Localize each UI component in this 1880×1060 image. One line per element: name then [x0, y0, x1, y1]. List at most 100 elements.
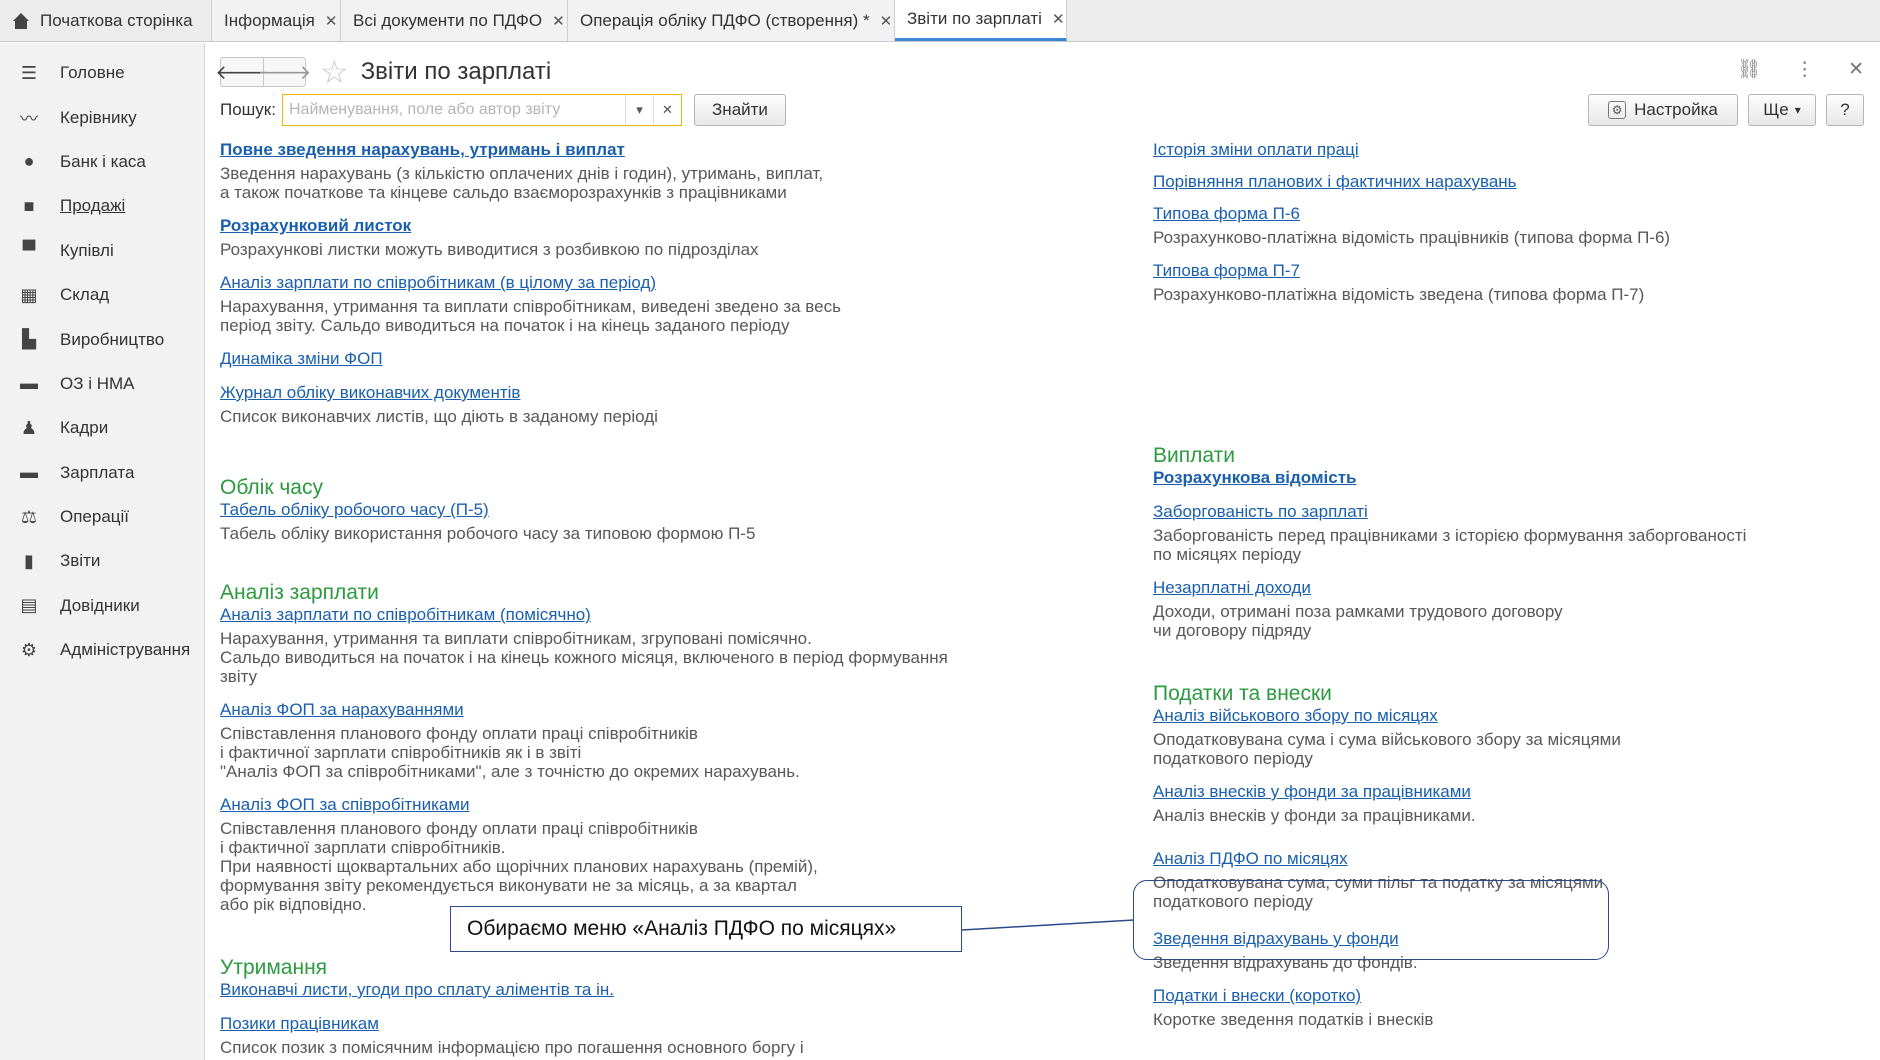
report-description: Оподатковувана сума і сума військового з… [1153, 730, 1621, 768]
tab-all-pdfo-documents[interactable]: Всі документи по ПДФО ✕ [341, 0, 568, 41]
report-link[interactable]: Розрахунковий листок [220, 216, 980, 236]
sidebar-item-fixed-assets[interactable]: ▬ ОЗ і НМА [0, 362, 204, 406]
sidebar-item-bank[interactable]: ● Банк і каса [0, 140, 204, 184]
sidebar-item-sales[interactable]: ■ Продажі [0, 184, 204, 228]
sidebar-item-production[interactable]: ▙ Виробництво [0, 317, 204, 361]
report-description: Заборгованість перед працівниками з істо… [1153, 526, 1747, 564]
sidebar-item-hr[interactable]: ♟ Кадри [0, 406, 204, 450]
page-header: 🡐 🡒 ☆ Звіти по зарплаті [215, 52, 552, 92]
search-label: Пошук: [220, 100, 276, 119]
sidebar-item-warehouse[interactable]: ▦ Склад [0, 273, 204, 317]
report-entry: Позики працівникам Список позик з поміся… [220, 1014, 980, 1057]
report-entry: Аналіз ФОП за співробітниками Співставле… [220, 795, 980, 914]
sidebar-item-manager[interactable]: 〰 Керівнику [0, 95, 204, 139]
report-description: Співставлення планового фонду оплати пра… [220, 724, 800, 781]
callout-highlight-frame [1133, 880, 1609, 960]
person-icon: ♟ [20, 417, 38, 438]
section-title: Податки та внески [1153, 682, 1332, 705]
balance-icon: ⚖ [20, 506, 38, 527]
section-title: Виплати [1153, 444, 1235, 467]
chevron-down-icon: ▾ [1794, 103, 1801, 117]
sidebar-item-operations[interactable]: ⚖ Операції [0, 495, 204, 539]
more-button[interactable]: Ще ▾ [1748, 94, 1816, 126]
report-entry: Аналіз військового збору по місяцях Опод… [1153, 706, 1853, 768]
close-icon[interactable]: ✕ [325, 12, 338, 30]
sidebar-item-reports[interactable]: ▮ Звіти [0, 539, 204, 583]
bar-chart-icon: ▮ [24, 550, 34, 571]
settings-button[interactable]: ⚙ Настройка [1588, 94, 1738, 126]
report-entry: Динаміка зміни ФОП [220, 349, 980, 369]
report-link[interactable]: Аналіз зарплати по співробітникам (поміс… [220, 605, 980, 625]
report-entry: Табель обліку робочого часу (П-5) Табель… [220, 500, 980, 543]
grid-icon: ▦ [20, 284, 38, 305]
report-link[interactable]: Аналіз внесків у фонди за працівниками [1153, 782, 1853, 802]
report-link-pdfo-by-month[interactable]: Аналіз ПДФО по місяцях [1153, 849, 1853, 869]
home-icon [12, 12, 30, 30]
sidebar-item-admin[interactable]: ⚙ Адміністрування [0, 628, 204, 672]
report-link[interactable]: Розрахункова відомість [1153, 468, 1853, 488]
close-icon[interactable]: ✕ [1848, 58, 1864, 81]
close-icon[interactable]: ✕ [1052, 10, 1065, 28]
tab-pdfo-operation-create[interactable]: Операція обліку ПДФО (створення) * ✕ [568, 0, 895, 41]
tab-label: Початкова сторінка [40, 10, 193, 30]
more-dots-icon[interactable]: ⋮ [1795, 58, 1814, 81]
search-input[interactable] [282, 95, 625, 125]
report-link[interactable]: Табель обліку робочого часу (П-5) [220, 500, 980, 520]
sidebar-item-salary[interactable]: ▬ Зарплата [0, 451, 204, 495]
report-link[interactable]: Динаміка зміни ФОП [220, 349, 980, 369]
cart-icon: ▀ [22, 240, 36, 261]
find-button[interactable]: Знайти [693, 94, 786, 126]
sidebar-item-purchases[interactable]: ▀ Купівлі [0, 229, 204, 273]
report-link[interactable]: Історія зміни оплати праці [1153, 140, 1853, 160]
report-link[interactable]: Типова форма П-7 [1153, 261, 1853, 281]
report-link[interactable]: Позики працівникам [220, 1014, 980, 1034]
page-title: Звіти по зарплаті [360, 58, 552, 85]
report-entry: Аналіз ФОП за нарахуваннями Співставленн… [220, 700, 980, 781]
sidebar: ☰ Головне 〰 Керівнику ● Банк і каса ■ Продаж… [0, 43, 205, 1060]
menu-lines-icon: ☰ [20, 62, 38, 83]
report-link[interactable]: Заборгованість по зарплаті [1153, 502, 1853, 522]
chevron-down-icon[interactable]: ▾ [624, 95, 653, 125]
clear-icon[interactable]: ✕ [652, 95, 681, 125]
favorite-star-icon[interactable]: ☆ [320, 56, 349, 88]
back-arrow-icon[interactable]: 🡐 [215, 58, 269, 86]
report-link[interactable]: Повне зведення нарахувань, утримань і ви… [220, 140, 980, 160]
report-link[interactable]: Аналіз ФОП за нарахуваннями [220, 700, 980, 720]
report-entry: Заборгованість по зарплаті Заборгованіст… [1153, 502, 1853, 564]
report-description: Розрахунково-платіжна відомість зведена … [1153, 285, 1645, 304]
report-link[interactable]: Порівняння планових і фактичних нарахува… [1153, 172, 1853, 192]
help-button[interactable]: ? [1826, 94, 1864, 126]
tab-home[interactable]: Початкова сторінка [0, 0, 212, 41]
report-link[interactable]: Аналіз зарплати по співробітникам (в ціл… [220, 273, 980, 293]
report-entry: Розрахунковий листок Розрахункові листки… [220, 216, 980, 259]
report-link[interactable]: Журнал обліку виконавчих документів [220, 383, 980, 403]
tab-info[interactable]: Інформація ✕ [212, 0, 341, 41]
header-actions: ⛓ ⋮ ✕ [1737, 52, 1864, 86]
report-link[interactable]: Податки і внески (коротко) [1153, 986, 1853, 1006]
link-icon[interactable]: ⛓ [1737, 57, 1761, 81]
report-link[interactable]: Незарплатні доходи [1153, 578, 1853, 598]
report-link[interactable]: Аналіз ФОП за співробітниками [220, 795, 980, 815]
sidebar-item-main[interactable]: ☰ Головне [0, 51, 204, 95]
coin-icon: ● [23, 151, 35, 172]
report-entry: Виконавчі листи, угоди про сплату алімен… [220, 980, 980, 1000]
report-link[interactable]: Виконавчі листи, угоди про сплату алімен… [220, 980, 980, 1000]
report-description: Розрахункові листки можуть виводитися з … [220, 240, 759, 259]
report-entry: Типова форма П-7 Розрахунково-платіжна в… [1153, 261, 1853, 304]
report-link[interactable]: Аналіз військового збору по місяцях [1153, 706, 1853, 726]
settings-icon: ⚙ [1608, 101, 1627, 119]
wallet-icon: ▬ [20, 462, 38, 483]
sidebar-item-directories[interactable]: ▤ Довідники [0, 584, 204, 628]
search-row: Пошук: ▾ ✕ Знайти [220, 94, 786, 126]
report-description: Коротке зведення податків і внесків [1153, 1010, 1434, 1029]
report-entry: Порівняння планових і фактичних нарахува… [1153, 172, 1853, 192]
report-entry: Аналіз зарплати по співробітникам (поміс… [220, 605, 980, 686]
history-nav: 🡐 🡒 [215, 57, 311, 87]
forward-arrow-icon[interactable]: 🡒 [258, 58, 311, 86]
report-entry: Податки і внески (коротко) Коротке зведе… [1153, 986, 1853, 1029]
report-link[interactable]: Типова форма П-6 [1153, 204, 1853, 224]
close-icon[interactable]: ✕ [880, 12, 893, 30]
tab-salary-reports[interactable]: Звіти по зарплаті ✕ [895, 0, 1067, 41]
close-icon[interactable]: ✕ [552, 12, 565, 30]
report-entry: Повне зведення нарахувань, утримань і ви… [220, 140, 980, 202]
